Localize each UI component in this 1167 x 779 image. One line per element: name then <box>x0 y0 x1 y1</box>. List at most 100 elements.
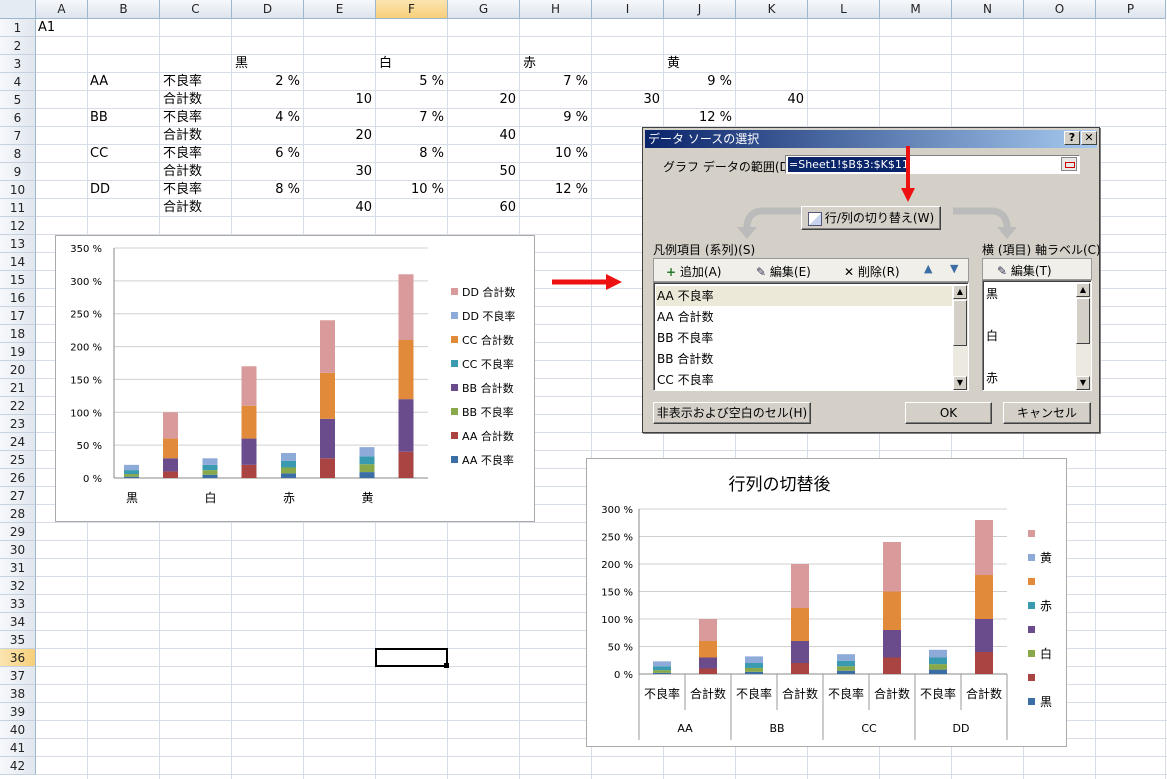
label-count[interactable]: 合計数 <box>163 199 202 217</box>
label-count[interactable]: 合計数 <box>163 91 202 109</box>
switch-row-column-button[interactable]: 行/列の切り替え(W) <box>801 206 941 230</box>
switched-chart[interactable]: 0 % 50 % 100 % 150 % 200 % 250 % 300 % 不良率 合計数 不良… <box>586 458 1067 747</box>
column-header-m[interactable]: M <box>880 0 952 19</box>
row-header-23[interactable]: 23 <box>0 415 36 433</box>
axis-scrollbar[interactable]: ▲ ▼ <box>1076 283 1091 390</box>
column-header-b[interactable]: B <box>88 0 160 19</box>
row-header-34[interactable]: 34 <box>0 613 36 631</box>
edit-axis-button[interactable]: ✎ 編集(T) <box>997 262 1052 279</box>
move-down-icon[interactable]: ▼ <box>950 262 958 275</box>
cancel-button[interactable]: キャンセル <box>1003 402 1091 424</box>
header-black[interactable]: 黒 <box>235 55 248 73</box>
series-item[interactable]: BB 合計数 <box>657 349 713 369</box>
value-cell[interactable]: 30 <box>304 163 372 181</box>
scroll-up-icon[interactable]: ▲ <box>1076 283 1090 297</box>
select-data-source-dialog[interactable]: データ ソースの選択 ? ✕ グラフ データの範囲(D): =Sheet1!$B… <box>642 127 1101 433</box>
row-header-15[interactable]: 15 <box>0 271 36 289</box>
axis-item[interactable]: 赤 <box>986 368 998 388</box>
row-header-14[interactable]: 14 <box>0 253 36 271</box>
column-header-e[interactable]: E <box>304 0 376 19</box>
value-cell[interactable]: 12 % <box>664 109 732 127</box>
row-header-21[interactable]: 21 <box>0 379 36 397</box>
column-header-l[interactable]: L <box>808 0 880 19</box>
column-header-c[interactable]: C <box>160 0 232 19</box>
value-cell[interactable]: 4 % <box>232 109 300 127</box>
value-cell[interactable]: 10 <box>304 91 372 109</box>
row-header-28[interactable]: 28 <box>0 505 36 523</box>
label-rate[interactable]: 不良率 <box>163 109 202 127</box>
row-header-31[interactable]: 31 <box>0 559 36 577</box>
ok-button[interactable]: OK <box>905 402 992 424</box>
value-cell[interactable]: 20 <box>448 91 516 109</box>
row-header-2[interactable]: 2 <box>0 37 36 55</box>
label-rate[interactable]: 不良率 <box>163 181 202 199</box>
row-header-38[interactable]: 38 <box>0 685 36 703</box>
value-cell[interactable]: 30 <box>592 91 660 109</box>
row-header-25[interactable]: 25 <box>0 451 36 469</box>
axis-labels-list[interactable]: 黒 白 赤 ▲ ▼ <box>982 280 1092 391</box>
row-header-35[interactable]: 35 <box>0 631 36 649</box>
row-header-42[interactable]: 42 <box>0 757 36 775</box>
row-header-41[interactable]: 41 <box>0 739 36 757</box>
value-cell[interactable]: 60 <box>448 199 516 217</box>
row-header-13[interactable]: 13 <box>0 235 36 253</box>
column-header-a[interactable]: A <box>36 0 88 19</box>
select-all-corner[interactable] <box>0 0 36 19</box>
value-cell[interactable]: 8 % <box>232 181 300 199</box>
collapse-dialog-icon[interactable] <box>1061 157 1077 171</box>
value-cell[interactable]: 12 % <box>520 181 588 199</box>
value-cell[interactable]: 40 <box>448 127 516 145</box>
hidden-empty-cells-button[interactable]: 非表示および空白のセル(H) <box>653 402 811 424</box>
row-header-32[interactable]: 32 <box>0 577 36 595</box>
edit-series-button[interactable]: ✎ 編集(E) <box>756 263 811 280</box>
row-header-22[interactable]: 22 <box>0 397 36 415</box>
series-item[interactable]: CC 不良率 <box>657 370 714 390</box>
group-dd[interactable]: DD <box>90 181 110 199</box>
group-cc[interactable]: CC <box>90 145 108 163</box>
series-list[interactable]: AA 不良率 AA 合計数 BB 不良率 BB 合計数 CC 不良率 ▲ ▼ <box>653 282 969 391</box>
cell-a1[interactable]: A1 <box>38 19 55 37</box>
row-header-29[interactable]: 29 <box>0 523 36 541</box>
axis-item[interactable]: 黒 <box>986 284 998 304</box>
add-series-button[interactable]: + 追加(A) <box>666 263 721 280</box>
row-header-10[interactable]: 10 <box>0 181 36 199</box>
value-cell[interactable]: 20 <box>304 127 372 145</box>
scroll-thumb[interactable] <box>953 300 967 346</box>
value-cell[interactable]: 10 % <box>376 181 444 199</box>
series-item[interactable]: AA 不良率 <box>657 286 714 306</box>
row-header-26[interactable]: 26 <box>0 469 36 487</box>
fill-handle[interactable] <box>444 663 449 668</box>
row-header-40[interactable]: 40 <box>0 721 36 739</box>
value-cell[interactable]: 2 % <box>232 73 300 91</box>
value-cell[interactable]: 8 % <box>376 145 444 163</box>
column-header-j[interactable]: J <box>664 0 736 19</box>
row-header-9[interactable]: 9 <box>0 163 36 181</box>
scroll-down-icon[interactable]: ▼ <box>953 376 967 390</box>
row-header-11[interactable]: 11 <box>0 199 36 217</box>
value-cell[interactable]: 10 % <box>520 145 588 163</box>
column-header-g[interactable]: G <box>448 0 520 19</box>
active-cell-cursor[interactable] <box>375 648 448 667</box>
column-header-f[interactable]: F <box>376 0 448 19</box>
column-header-p[interactable]: P <box>1096 0 1166 19</box>
axis-item[interactable]: 白 <box>986 326 998 346</box>
scroll-down-icon[interactable]: ▼ <box>1076 376 1090 390</box>
row-header-36[interactable]: 36 <box>0 649 36 667</box>
row-header-24[interactable]: 24 <box>0 433 36 451</box>
move-up-icon[interactable]: ▲ <box>924 262 932 275</box>
group-bb[interactable]: BB <box>90 109 108 127</box>
row-header-18[interactable]: 18 <box>0 325 36 343</box>
header-white[interactable]: 白 <box>379 55 392 73</box>
row-header-1[interactable]: 1 <box>0 19 36 37</box>
row-header-19[interactable]: 19 <box>0 343 36 361</box>
delete-series-button[interactable]: ✕ 削除(R) <box>844 263 900 280</box>
dialog-titlebar[interactable]: データ ソースの選択 <box>645 130 1097 148</box>
series-scrollbar[interactable]: ▲ ▼ <box>953 285 968 390</box>
row-header-16[interactable]: 16 <box>0 289 36 307</box>
scroll-up-icon[interactable]: ▲ <box>953 285 967 299</box>
value-cell[interactable]: 5 % <box>376 73 444 91</box>
row-header-7[interactable]: 7 <box>0 127 36 145</box>
column-header-o[interactable]: O <box>1024 0 1096 19</box>
group-aa[interactable]: AA <box>90 73 108 91</box>
row-header-27[interactable]: 27 <box>0 487 36 505</box>
